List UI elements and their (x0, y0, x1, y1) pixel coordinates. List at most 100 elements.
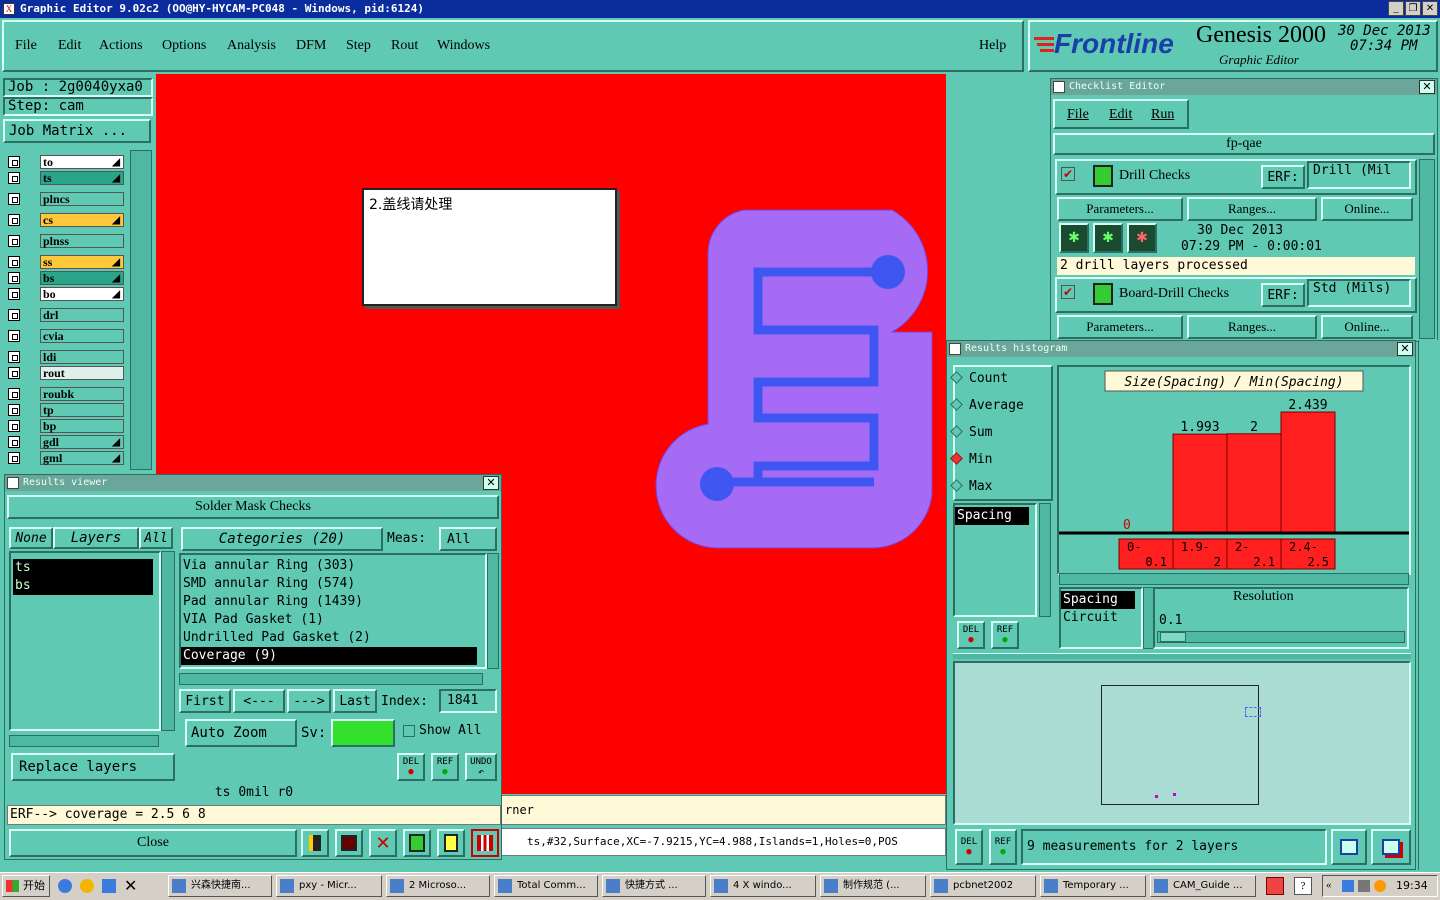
close-button[interactable]: Close (9, 829, 297, 857)
tray-app-icon[interactable] (1266, 877, 1284, 895)
layer-name[interactable]: drl (40, 308, 124, 322)
layer-display-checkbox[interactable] (8, 420, 20, 432)
menu-dfm[interactable]: DFM (296, 38, 326, 54)
category-list[interactable]: Via annular Ring (303) SMD annular Ring … (179, 553, 487, 669)
minimize-button[interactable]: _ (1388, 1, 1404, 16)
layer-name[interactable]: rout (40, 366, 124, 380)
layer-result-list[interactable]: ts bs (9, 551, 161, 731)
layer-row-6[interactable]: bs ◢ (6, 271, 124, 286)
layer-row-8[interactable]: drl (6, 308, 124, 323)
layer-name[interactable]: ss ◢ (40, 255, 124, 269)
layer-display-checkbox[interactable] (8, 288, 20, 300)
layer-display-checkbox[interactable] (8, 172, 20, 184)
layer-display-checkbox[interactable] (8, 436, 20, 448)
menu-rout[interactable]: Rout (391, 38, 418, 54)
layer-display-checkbox[interactable] (8, 404, 20, 416)
layer-display-checkbox[interactable] (8, 214, 20, 226)
tray-chevron-icon[interactable]: « (1326, 879, 1332, 891)
tool-icon-2[interactable] (335, 829, 363, 857)
first-button[interactable]: First (179, 689, 231, 713)
drill-erf-field[interactable]: Drill (Mil (1307, 161, 1411, 189)
type-item[interactable]: Circuit (1061, 609, 1141, 627)
layer-row-12[interactable]: roubk (6, 387, 124, 402)
layer-row-1[interactable]: ts ◢ (6, 171, 124, 186)
taskbar-item[interactable]: 2 Microso... (386, 875, 490, 897)
drill-online-button[interactable]: Online... (1321, 197, 1413, 221)
category-item[interactable]: Pad annular Ring (1439) (181, 593, 485, 611)
tray-volume-icon[interactable] (1358, 880, 1370, 892)
layer-name[interactable]: bs ◢ (40, 271, 124, 285)
job-matrix-button[interactable]: Job Matrix ... (3, 119, 151, 143)
layer-name[interactable]: plnss (40, 234, 124, 248)
measure-list[interactable]: Spacing (953, 503, 1037, 617)
layer-display-checkbox[interactable] (8, 156, 20, 168)
window-menu-icon[interactable] (1053, 81, 1065, 93)
layer-display-checkbox[interactable] (8, 235, 20, 247)
resolution-slider-thumb[interactable] (1160, 632, 1186, 642)
layer-name[interactable]: gdl ◢ (40, 435, 124, 449)
layer-name[interactable]: bo ◢ (40, 287, 124, 301)
layer-display-checkbox[interactable] (8, 388, 20, 400)
mode-radio-min[interactable]: Min (950, 452, 992, 467)
checklist-menu-edit[interactable]: Edit (1109, 107, 1132, 123)
taskbar-item[interactable]: pcbnet2002 (930, 875, 1036, 897)
category-item[interactable]: VIA Pad Gasket (1) (181, 611, 485, 629)
category-item[interactable]: Undrilled Pad Gasket (2) (181, 629, 485, 647)
taskbar-item[interactable]: Total Comm... (494, 875, 598, 897)
category-item[interactable]: SMD annular Ring (574) (181, 575, 485, 593)
menu-edit[interactable]: Edit (58, 38, 81, 54)
layer-row-3[interactable]: cs ◢ (6, 213, 124, 228)
window-menu-icon[interactable] (7, 477, 19, 489)
mode-radio-average[interactable]: Average (950, 398, 1024, 413)
hist-ref-button[interactable]: REF ● (991, 621, 1019, 649)
layer-name[interactable]: cvia (40, 329, 124, 343)
preview-del-button[interactable]: DEL ● (955, 829, 983, 865)
hist-del-button[interactable]: DEL ● (957, 621, 985, 649)
checklist-menu-file[interactable]: File (1067, 107, 1089, 123)
none-button[interactable]: None (9, 527, 53, 549)
board-ranges-button[interactable]: Ranges... (1187, 315, 1317, 339)
last-button[interactable]: Last (333, 689, 377, 713)
category-item[interactable]: Via annular Ring (303) (181, 557, 485, 575)
show-all-checkbox[interactable] (403, 725, 415, 737)
layer-display-checkbox[interactable] (8, 256, 20, 268)
layer-row-13[interactable]: tp (6, 403, 124, 418)
layer-row-16[interactable]: gml ◢ (6, 451, 124, 466)
taskbar-item[interactable]: 4 X windo... (710, 875, 816, 897)
layer-name[interactable]: ldi (40, 350, 124, 364)
resolution-slider[interactable] (1157, 631, 1405, 643)
histogram-close-icon[interactable]: ✕ (1397, 342, 1413, 356)
layer-display-checkbox[interactable] (8, 452, 20, 464)
type-item-selected[interactable]: Spacing (1061, 591, 1135, 609)
ref-button[interactable]: REF ● (431, 753, 459, 781)
layer-display-checkbox[interactable] (8, 330, 20, 342)
next-button[interactable]: ---> (287, 689, 331, 713)
drill-run-icon-2[interactable]: ✱ (1093, 223, 1123, 253)
board-parameters-button[interactable]: Parameters... (1057, 315, 1183, 339)
layer-row-10[interactable]: ldi (6, 350, 124, 365)
taskbar-item[interactable]: CAM_Guide ... (1150, 875, 1256, 897)
board-drill-checkbox[interactable]: ✔ (1061, 285, 1075, 299)
drill-parameters-button[interactable]: Parameters... (1057, 197, 1183, 221)
layer-name[interactable]: tp (40, 403, 124, 417)
taskbar-item[interactable]: 制作规范 (... (820, 875, 926, 897)
layer-result-bs[interactable]: bs (13, 577, 153, 595)
layer-row-15[interactable]: gdl ◢ (6, 435, 124, 450)
tool-icon-5[interactable] (437, 829, 465, 857)
taskbar-item[interactable]: 兴森快捷南... (168, 875, 272, 897)
tool-icon-6[interactable] (471, 829, 499, 857)
prev-button[interactable]: <--- (233, 689, 285, 713)
menu-step[interactable]: Step (346, 38, 371, 54)
category-list-vscroll[interactable] (487, 553, 499, 669)
menu-help[interactable]: Help (979, 38, 1006, 54)
sv-color-select[interactable] (331, 719, 395, 747)
layer-row-14[interactable]: bp (6, 419, 124, 434)
layer-display-checkbox[interactable] (8, 193, 20, 205)
quicklaunch-ie-icon[interactable] (58, 879, 72, 893)
del-button[interactable]: DEL ● (397, 753, 425, 781)
menu-file[interactable]: File (15, 38, 37, 54)
layer-name[interactable]: gml ◢ (40, 451, 124, 465)
layer-name[interactable]: plncs (40, 192, 124, 206)
replace-layers-select[interactable]: Replace layers (11, 753, 175, 781)
board-online-button[interactable]: Online... (1321, 315, 1413, 339)
